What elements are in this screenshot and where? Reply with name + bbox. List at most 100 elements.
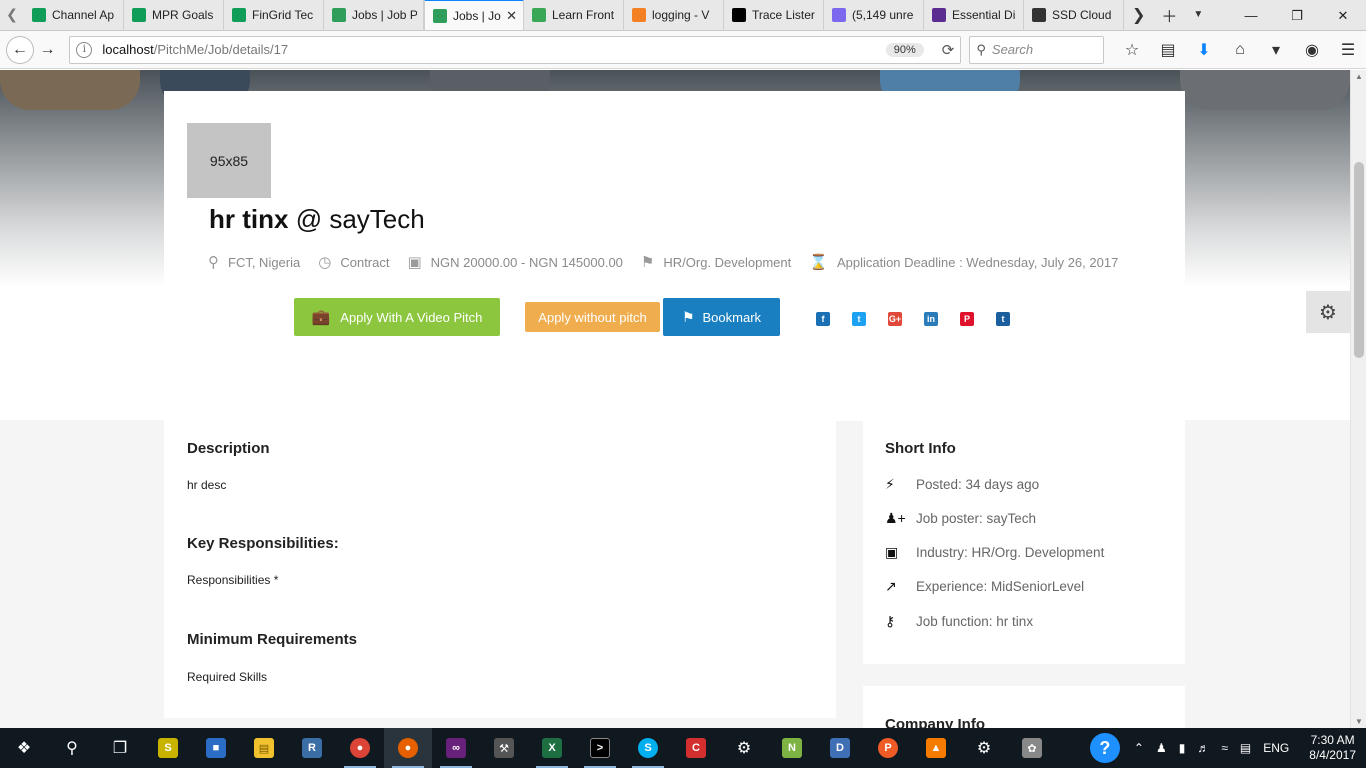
skype-icon[interactable]: S: [624, 728, 672, 768]
short-info-heading: Short Info: [885, 440, 956, 457]
forward-button[interactable]: →: [34, 36, 62, 64]
browser-tab-title: FinGrid Tec: [252, 7, 314, 22]
settings-app-icon[interactable]: ⚙: [720, 728, 768, 768]
search-input[interactable]: ⚲ Search: [969, 35, 1104, 64]
gear-app-icon[interactable]: ⚙: [960, 728, 1008, 768]
volume-icon[interactable]: ♬: [1197, 741, 1209, 755]
app-window-icon[interactable]: ■: [192, 728, 240, 768]
battery-icon[interactable]: ▮: [1179, 741, 1186, 755]
new-tab-icon[interactable]: ＋: [1153, 0, 1185, 30]
windows-start-icon[interactable]: ❖: [0, 728, 48, 768]
short-info-function: ⚷ Job function: hr tinx: [885, 613, 1033, 630]
back-button[interactable]: ←: [6, 35, 34, 64]
tray-expand-icon[interactable]: ⌃: [1134, 741, 1144, 755]
task-view-icon[interactable]: ❐: [96, 728, 144, 768]
postman-icon[interactable]: P: [864, 728, 912, 768]
sql-tool-icon[interactable]: S: [144, 728, 192, 768]
cortana-search-icon[interactable]: ⚲: [48, 728, 96, 768]
tray-user-icon[interactable]: ♟: [1156, 741, 1167, 755]
clock[interactable]: 7:30 AM 8/4/2017: [1309, 733, 1356, 763]
browser-tab[interactable]: Jobs | Jo ✕: [424, 0, 524, 30]
notepad-icon[interactable]: N: [768, 728, 816, 768]
action-center-icon[interactable]: ▤: [1240, 741, 1251, 755]
linkedin-icon[interactable]: in: [924, 312, 938, 326]
excel-icon[interactable]: X: [528, 728, 576, 768]
tab-close-icon[interactable]: ✕: [506, 8, 517, 24]
scrollbar-thumb[interactable]: [1354, 162, 1364, 358]
twitter-icon[interactable]: t: [852, 312, 866, 326]
tumblr-icon[interactable]: t: [996, 312, 1010, 326]
browser-tab[interactable]: Learn Front: [524, 0, 624, 30]
reading-list-icon[interactable]: ▤: [1150, 40, 1186, 60]
apply-video-pitch-button[interactable]: 💼 Apply With A Video Pitch: [294, 298, 500, 336]
minimize-icon[interactable]: —: [1228, 0, 1274, 31]
posted-text: Posted: 34 days ago: [916, 477, 1040, 492]
company-info-heading: Company Info: [885, 716, 985, 728]
search-placeholder: Search: [991, 42, 1034, 57]
menu-icon[interactable]: ☰: [1330, 40, 1366, 60]
pinterest-icon[interactable]: P: [960, 312, 974, 326]
bookmark-star-icon[interactable]: ☆: [1114, 40, 1150, 60]
network-tool-icon[interactable]: ✿: [1008, 728, 1056, 768]
browser-tab[interactable]: FinGrid Tec: [224, 0, 324, 30]
download-icon[interactable]: ⬇: [1186, 40, 1222, 60]
vlc-icon[interactable]: ▲: [912, 728, 960, 768]
window-close-icon[interactable]: ✕: [1320, 0, 1366, 31]
browser-tab[interactable]: Channel Ap: [24, 0, 124, 30]
browser-tab[interactable]: Jobs | Job P: [324, 0, 424, 30]
language-indicator[interactable]: ENG: [1263, 741, 1289, 755]
tab-scroll-left-icon[interactable]: ❮: [0, 0, 24, 30]
scroll-up-icon[interactable]: ▲: [1351, 72, 1366, 81]
home-icon[interactable]: ⌂: [1222, 41, 1258, 59]
browser-tab[interactable]: MPR Goals: [124, 0, 224, 30]
browser-tab[interactable]: SSD Cloud: [1024, 0, 1124, 30]
file-explorer-icon[interactable]: ▤: [240, 728, 288, 768]
browser-tab-title: Learn Front: [552, 7, 615, 22]
visual-studio-icon[interactable]: ∞: [432, 728, 480, 768]
ccleaner-icon[interactable]: C: [672, 728, 720, 768]
clock-date: 8/4/2017: [1309, 748, 1356, 762]
extension-icon[interactable]: ◉: [1294, 40, 1330, 60]
chrome-icon[interactable]: ●: [336, 728, 384, 768]
browser-tab-title: MPR Goals: [152, 7, 214, 22]
tab-list-icon[interactable]: ▼: [1185, 0, 1211, 30]
restore-icon[interactable]: ❐: [1274, 0, 1320, 31]
poster-text: Job poster: sayTech: [916, 511, 1037, 526]
wifi-icon[interactable]: ≈: [1221, 741, 1228, 755]
browser-tab[interactable]: Essential Di: [924, 0, 1024, 30]
apply-without-pitch-button[interactable]: Apply without pitch: [525, 302, 660, 332]
job-company-name[interactable]: sayTech: [329, 204, 424, 234]
window-controls: — ❐ ✕: [1228, 0, 1366, 31]
url-bar[interactable]: i localhost/PitchMe/Job/details/17 90% ⟳: [69, 35, 962, 64]
scroll-down-icon[interactable]: ▼: [1351, 717, 1366, 726]
document-icon[interactable]: D: [816, 728, 864, 768]
terminal-icon[interactable]: >: [576, 728, 624, 768]
browser-tab-title: (5,149 unre: [852, 7, 914, 22]
remote-desktop-icon[interactable]: R: [288, 728, 336, 768]
bookmark-button[interactable]: ⚑ Bookmark: [663, 298, 780, 336]
tab-scroll-right-icon[interactable]: ❯: [1124, 0, 1153, 30]
job-header-card: 95x85 hr tinx @ sayTech ⚲ FCT, Nigeria ◷ C…: [164, 91, 1185, 421]
browser-tab[interactable]: (5,149 unre: [824, 0, 924, 30]
googleplus-icon[interactable]: G+: [888, 312, 902, 326]
browser-tab[interactable]: Trace Lister: [724, 0, 824, 30]
hourglass-icon: ⌛: [809, 254, 828, 271]
description-heading: Description: [187, 440, 270, 457]
pocket-icon[interactable]: ▾: [1258, 40, 1294, 60]
help-icon[interactable]: ?: [1089, 733, 1120, 763]
tools-icon[interactable]: ⚒: [480, 728, 528, 768]
browser-tab[interactable]: logging - V: [624, 0, 724, 30]
industry-icon: ▣: [885, 544, 899, 560]
firefox-icon[interactable]: ●: [384, 728, 432, 768]
site-info-icon[interactable]: i: [76, 41, 93, 58]
short-info-card: Short Info ⚡ Posted: 34 days ago ♟+ Job po…: [863, 420, 1185, 664]
windows-taskbar: ❖ ⚲ ❐ S ■ ▤ R ● ● ∞ ⚒ X > S C ⚙ N D P ▲ …: [0, 728, 1366, 768]
reload-icon[interactable]: ⟳: [942, 41, 955, 59]
settings-gear-icon[interactable]: ⚙: [1306, 291, 1350, 333]
page-scrollbar[interactable]: ▲ ▼: [1350, 70, 1366, 728]
zoom-level-badge[interactable]: 90%: [885, 42, 924, 57]
url-host: localhost: [102, 42, 154, 57]
facebook-icon[interactable]: f: [816, 312, 830, 326]
short-info-posted: ⚡ Posted: 34 days ago: [885, 476, 1039, 493]
responsibilities-heading: Key Responsibilities:: [187, 535, 339, 552]
